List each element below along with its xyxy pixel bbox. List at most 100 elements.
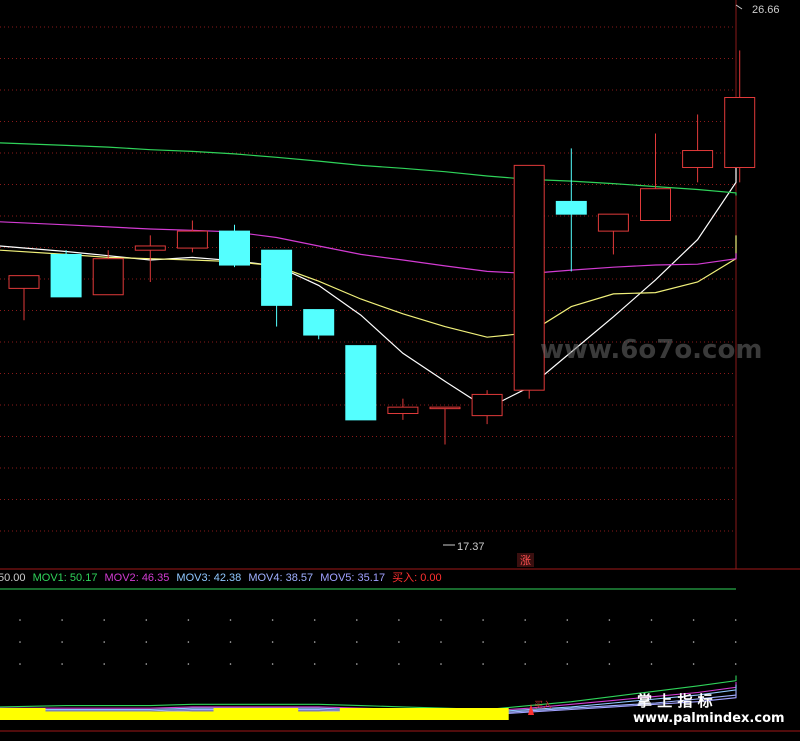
indicator-bar [87, 711, 130, 720]
buy-name: 买入 [392, 571, 414, 584]
candle-body-up [92, 258, 124, 296]
indicator-grid-dot [229, 663, 232, 665]
indicator-grid-dot [398, 641, 400, 643]
indicator-grid-dot [19, 641, 21, 643]
indicator-grid-dot [566, 619, 569, 621]
mov2-name: MOV2 [105, 572, 136, 584]
indicator-grid-dot [313, 641, 316, 643]
buy-signal-label: 买入 [534, 700, 552, 711]
candle-body-down [303, 309, 335, 336]
indicator-grid-dot [566, 641, 569, 643]
indicator-grid-dot [482, 619, 484, 621]
rise-marker-text: 涨 [520, 554, 531, 567]
footer-watermark-cn: 掌 上 指 标 [637, 692, 713, 710]
candle-body-down [50, 253, 82, 298]
indicator-grid-dot [692, 619, 695, 621]
indicator-grid-dot [524, 663, 526, 665]
indicator-grid-dot [313, 619, 316, 621]
indicator-prefix: 50.00 [0, 572, 26, 584]
indicator-bar [0, 708, 46, 720]
buy-value: 0.00 [420, 572, 441, 584]
footer-watermark-url: www.palmindex.com [633, 711, 785, 726]
indicator-bar [255, 708, 299, 720]
indicator-bar [213, 708, 257, 720]
buy-signal: 买入 [528, 700, 552, 715]
indicator-grid-dot [524, 619, 526, 621]
indicator-bar [423, 708, 467, 720]
indicator-grid-dot [187, 641, 190, 643]
mov3-value: 42.38 [214, 572, 242, 584]
ma-line-4 [0, 142, 737, 196]
mov1-name: MOV1 [33, 572, 64, 584]
candle-body-up [724, 97, 756, 168]
high-price-label: 26.66 [752, 4, 780, 16]
candle-body-up [682, 150, 714, 168]
low-price-label: 17.37 [457, 541, 485, 553]
candle-body-down [219, 230, 250, 266]
indicator-grid-dot [61, 641, 63, 643]
indicator-bar [381, 708, 425, 720]
indicator-grid-dot [187, 663, 190, 665]
indicator-grid-dot [650, 619, 653, 621]
mov5-name: MOV5 [320, 572, 351, 584]
indicator-grid-dot [103, 663, 105, 665]
candle-body-up [134, 245, 166, 251]
indicator-grid-dot [103, 619, 105, 621]
indicator-grid-dot [440, 619, 442, 621]
indicator-grid-dot [61, 619, 63, 621]
mov4-value: 38.57 [286, 572, 314, 584]
candle-body-up [387, 406, 419, 415]
indicator-grid-dot [145, 619, 148, 621]
indicator-grid-dot [482, 641, 484, 643]
indicator-values-bar: 50.00 MOV1: 50.17 MOV2: 46.35 MOV3: 42.3… [0, 571, 442, 584]
indicator-grid-dot [692, 641, 695, 643]
indicator-grid-dot [145, 641, 148, 643]
indicator-bar [339, 708, 383, 720]
watermark-6o7o: www.6o7o.com [540, 335, 762, 365]
candle-body-up [640, 188, 671, 222]
indicator-grid-dot [524, 641, 526, 643]
high-leader-line [735, 4, 743, 10]
indicator-dot-grid [19, 619, 737, 665]
indicator-bar [466, 708, 509, 720]
indicator-grid-dot [692, 663, 695, 665]
indicator-grid-dot [398, 619, 400, 621]
indicator-grid-dot [440, 641, 442, 643]
mov5-value: 35.17 [358, 572, 386, 584]
mov1-value: 50.17 [70, 572, 98, 584]
indicator-grid-dot [440, 663, 442, 665]
indicator-grid-dot [650, 663, 653, 665]
candle-body-down [555, 200, 587, 215]
indicator-grid-dot [356, 619, 358, 621]
indicator-grid-dot [187, 619, 190, 621]
indicator-grid-dot [734, 619, 737, 621]
indicator-grid-dot [356, 663, 358, 665]
indicator-bar [171, 711, 214, 720]
indicator-grid-dot [61, 663, 63, 665]
indicator-grid-dot [356, 641, 358, 643]
indicator-grid-dot [482, 663, 484, 665]
indicator-grid-dot [608, 641, 611, 643]
indicator-grid-dot [734, 641, 737, 643]
mov2-value: 46.35 [142, 572, 170, 584]
indicator-grid-dot [229, 619, 232, 621]
candle-body-up [8, 275, 40, 289]
candle-body-down [261, 249, 293, 306]
mov4-name: MOV4 [248, 572, 279, 584]
indicator-grid-dot [566, 663, 569, 665]
indicator-grid-dot [734, 663, 737, 665]
candle-body-up [176, 230, 208, 249]
low-annotation: 17.37 [443, 541, 485, 553]
indicator-bar [297, 711, 341, 720]
indicator-grid-dot [608, 619, 611, 621]
indicator-grid-dot [271, 663, 274, 665]
indicator-grid-dot [313, 663, 316, 665]
indicator-grid-dot [271, 619, 274, 621]
candle-body-up [471, 393, 503, 417]
indicator-grid-dot [103, 641, 105, 643]
indicator-bar [129, 711, 172, 720]
indicator-grid-dot [271, 641, 274, 643]
indicator-bar [45, 711, 88, 720]
high-annotation: 26.66 [735, 4, 780, 16]
indicator-grid-dot [608, 663, 611, 665]
